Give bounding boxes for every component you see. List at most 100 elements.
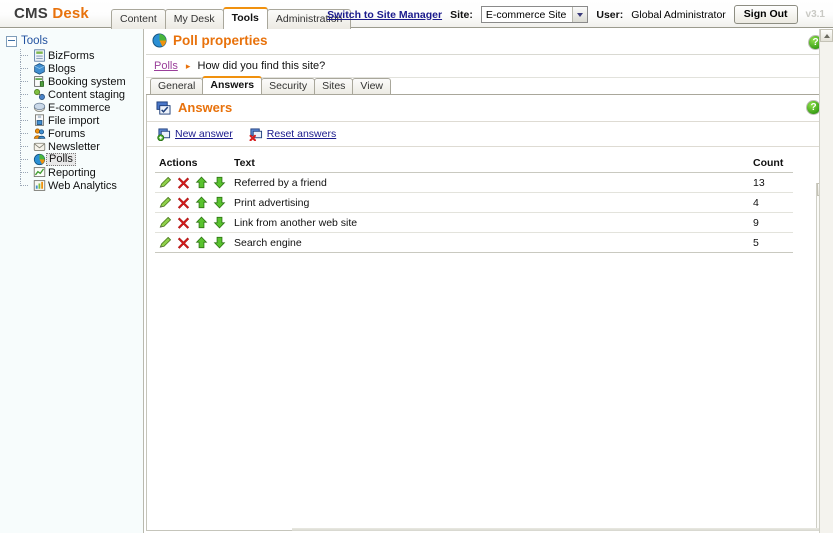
move-up-icon[interactable] xyxy=(195,176,208,189)
sidebar-item-content-staging[interactable]: Content staging xyxy=(0,88,143,101)
sidebar-item-bizforms[interactable]: BizForms xyxy=(0,49,143,62)
delete-icon[interactable] xyxy=(177,196,190,209)
table-row: Print advertising4 xyxy=(155,193,793,213)
breadcrumb-current: How did you find this site? xyxy=(198,60,326,72)
row-action-group xyxy=(159,236,226,249)
answers-icon xyxy=(156,101,171,115)
move-down-icon[interactable] xyxy=(213,236,226,249)
cms-desk-window: CMS Desk Content My Desk Tools Administr… xyxy=(0,0,833,538)
edit-icon[interactable] xyxy=(159,176,172,189)
tab-view[interactable]: View xyxy=(352,78,391,94)
row-count-cell: 9 xyxy=(749,213,793,233)
table-row: Referred by a friend13 xyxy=(155,173,793,193)
answers-table-body: Referred by a friend13Print advertising4… xyxy=(155,173,793,253)
move-up-icon[interactable] xyxy=(195,216,208,229)
tree-connector xyxy=(16,166,32,179)
tab-general[interactable]: General xyxy=(150,78,203,94)
breadcrumb-link-polls[interactable]: Polls xyxy=(154,60,178,72)
user-label: User: xyxy=(596,9,623,21)
delete-icon[interactable] xyxy=(177,216,190,229)
content-area: Poll properties ? Polls ▸ How did you fi… xyxy=(146,30,832,533)
top-header-bar: CMS Desk Content My Desk Tools Administr… xyxy=(0,0,833,28)
sidebar-item-label: Booking system xyxy=(46,76,126,88)
column-header-count: Count xyxy=(749,155,793,173)
sidebar-item-polls[interactable]: Polls xyxy=(0,153,143,166)
tree-connector xyxy=(16,114,32,127)
newsletter-icon xyxy=(32,140,46,153)
switch-to-site-manager-link[interactable]: Switch to Site Manager xyxy=(327,9,442,21)
move-down-icon[interactable] xyxy=(213,176,226,189)
reset-answers-button[interactable]: Reset answers xyxy=(249,128,336,141)
sidebar-item-label: Web Analytics xyxy=(46,180,117,192)
row-actions-cell xyxy=(155,193,230,213)
answers-table-head: Actions Text Count xyxy=(155,155,793,173)
panel-title: Answers xyxy=(156,100,232,115)
new-answer-button[interactable]: New answer xyxy=(157,128,233,141)
table-row: Link from another web site9 xyxy=(155,213,793,233)
reporting-icon xyxy=(32,166,46,179)
panel-title-text: Answers xyxy=(178,100,232,115)
sidebar-tree-panel: Tools BizFormsBlogsBooking systemContent… xyxy=(0,29,144,533)
edit-icon[interactable] xyxy=(159,236,172,249)
delete-icon[interactable] xyxy=(177,236,190,249)
tab-answers[interactable]: Answers xyxy=(202,76,262,94)
collapse-box-icon[interactable] xyxy=(6,36,17,47)
move-up-icon[interactable] xyxy=(195,236,208,249)
sidebar-item-booking-system[interactable]: Booking system xyxy=(0,75,143,88)
tree-connector xyxy=(16,179,32,192)
reset-answers-icon xyxy=(249,128,263,141)
sidebar-item-forums[interactable]: Forums xyxy=(0,127,143,140)
nav-tab-content[interactable]: Content xyxy=(111,9,166,29)
header-right-group: Switch to Site Manager Site: E-commerce … xyxy=(327,5,825,24)
nav-tab-my-desk[interactable]: My Desk xyxy=(165,9,224,29)
delete-icon[interactable] xyxy=(177,176,190,189)
row-action-group xyxy=(159,196,226,209)
sidebar-item-web-analytics[interactable]: Web Analytics xyxy=(0,179,143,192)
sidebar-item-e-commerce[interactable]: E-commerce xyxy=(0,101,143,114)
row-action-group xyxy=(159,176,226,189)
breadcrumb-separator-icon: ▸ xyxy=(181,61,195,71)
move-down-icon[interactable] xyxy=(213,196,226,209)
new-answer-label: New answer xyxy=(175,128,233,140)
edit-icon[interactable] xyxy=(159,216,172,229)
tree-root-tools[interactable]: Tools xyxy=(0,29,143,49)
table-header-row: Actions Text Count xyxy=(155,155,793,173)
tree-connector xyxy=(16,127,32,140)
polls-icon xyxy=(32,153,46,166)
tab-security[interactable]: Security xyxy=(261,78,315,94)
tree-connector xyxy=(16,101,32,114)
sidebar-item-blogs[interactable]: Blogs xyxy=(0,62,143,75)
row-count-cell: 13 xyxy=(749,173,793,193)
answers-table-container: Actions Text Count Referred by a friend1… xyxy=(147,147,831,253)
main-navigation-tabs: Content My Desk Tools Administration xyxy=(111,7,350,29)
table-row: Search engine5 xyxy=(155,233,793,253)
ecommerce-icon xyxy=(32,101,46,114)
breadcrumb: Polls ▸ How did you find this site? xyxy=(146,55,832,78)
logo-cms-text: CMS xyxy=(14,5,48,22)
sidebar-item-file-import[interactable]: File import xyxy=(0,114,143,127)
nav-tab-tools[interactable]: Tools xyxy=(223,7,268,29)
sidebar-item-reporting[interactable]: Reporting xyxy=(0,166,143,179)
row-actions-cell xyxy=(155,213,230,233)
tree-connector xyxy=(16,62,32,75)
move-up-icon[interactable] xyxy=(195,196,208,209)
user-value: Global Administrator xyxy=(631,9,726,21)
booking-system-icon xyxy=(32,75,46,88)
answers-action-bar: New answer Reset answers xyxy=(147,122,831,147)
site-select[interactable]: E-commerce Site xyxy=(481,6,589,23)
scroll-up-icon[interactable] xyxy=(820,29,833,42)
new-answer-icon xyxy=(157,128,171,141)
tree-connector xyxy=(16,49,32,62)
blogs-icon xyxy=(32,62,46,75)
sign-out-button[interactable]: Sign Out xyxy=(734,5,798,24)
sidebar-item-newsletter[interactable]: Newsletter xyxy=(0,140,143,153)
tree-root-label: Tools xyxy=(21,35,48,47)
tab-sites[interactable]: Sites xyxy=(314,78,353,94)
move-down-icon[interactable] xyxy=(213,216,226,229)
row-actions-cell xyxy=(155,233,230,253)
tree-connector xyxy=(16,88,32,101)
page-title-text: Poll properties xyxy=(173,33,268,48)
window-scrollbar[interactable] xyxy=(819,29,833,533)
edit-icon[interactable] xyxy=(159,196,172,209)
tree-connector xyxy=(16,153,32,166)
